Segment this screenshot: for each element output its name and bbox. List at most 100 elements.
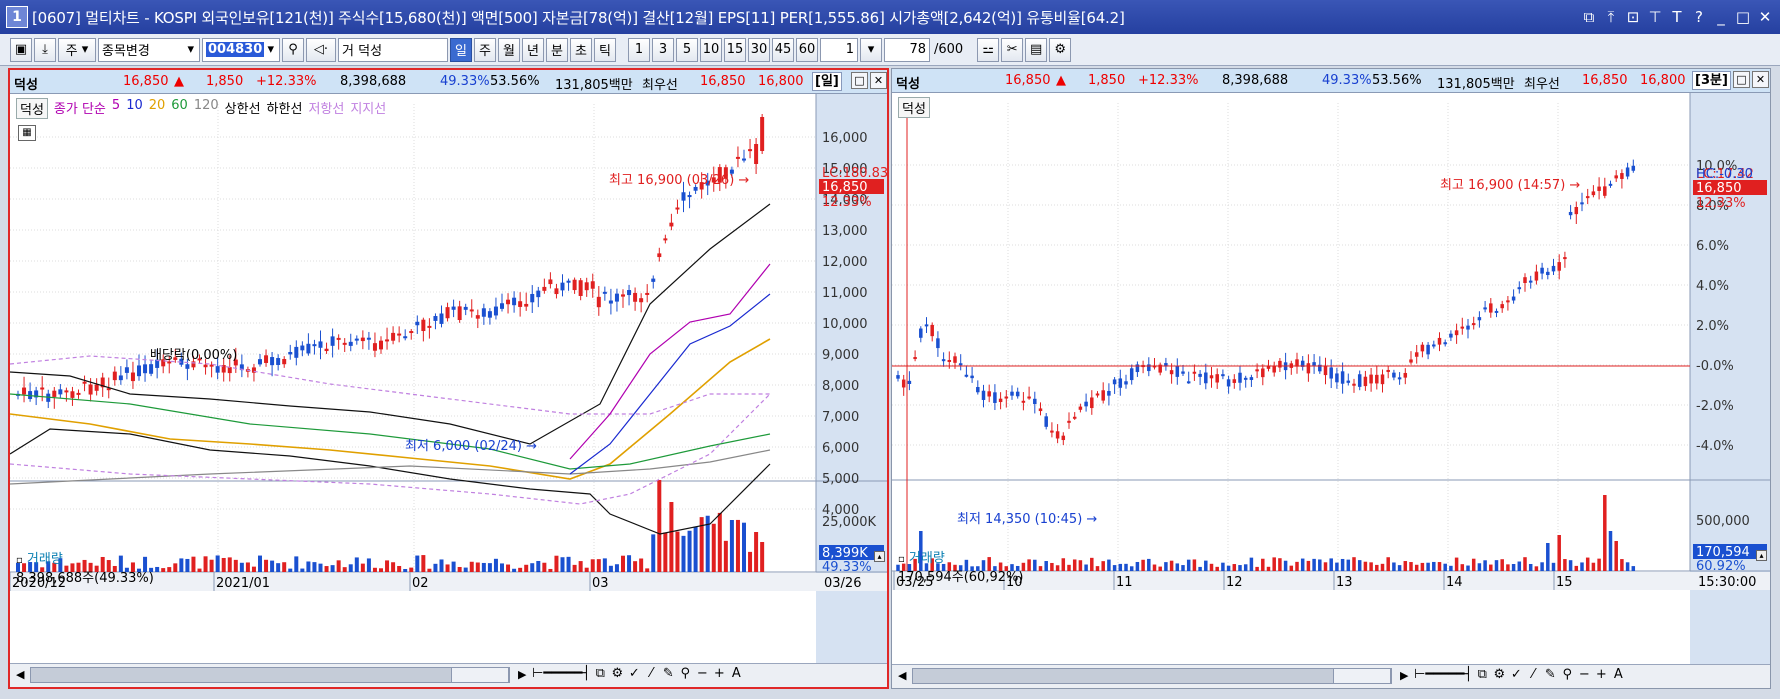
legend-ma-20[interactable]: 20 [149,98,166,119]
y-tick-label: 6,000 [822,441,859,456]
legend-ma-10[interactable]: 10 [126,98,143,119]
legend-resist[interactable]: 저항선 [308,98,344,119]
legend-ma-120[interactable]: 120 [194,98,219,119]
stock-change-select[interactable]: 종목변경 ▾ [98,37,200,62]
legend-ma-label[interactable]: 종가 단순 [54,98,106,119]
volume-bar [524,564,529,572]
candle [1255,369,1259,372]
help-icon[interactable]: ? [1690,8,1708,26]
scrollbar-thumb[interactable] [1333,669,1391,683]
maximize-button[interactable]: □ [1734,8,1752,26]
search-icon[interactable]: ⚲ [282,37,304,62]
period-second-button[interactable]: 초 [570,37,592,62]
legend-stock[interactable]: 덕성 [16,98,48,119]
period-day-button[interactable]: 일 [450,37,472,62]
zoom-out-button[interactable]: − [1577,667,1591,682]
horizontal-scrollbar[interactable] [30,667,510,683]
stock-name-field[interactable]: 거 덕성 [338,37,448,62]
restore-layout-icon[interactable]: ⊡ [1624,8,1642,26]
speaker-icon[interactable]: ◁· [306,37,336,62]
volume-bar [251,566,256,572]
collapse-volume-icon[interactable]: ▴ [874,551,885,562]
zoom-out-button[interactable]: − [695,666,709,681]
interval-10-button[interactable]: 10 [700,37,722,62]
legend-lower[interactable]: 하한선 [267,98,303,119]
volume-bar [1591,562,1596,571]
page-input[interactable]: 78 [884,37,930,62]
period-tick-button[interactable]: 틱 [594,37,616,62]
legend-stock[interactable]: 덕성 [898,97,930,118]
volume-bar [608,565,613,572]
maximize-pane-icon[interactable]: □ [851,72,868,89]
line-tool-icon[interactable]: ⁄ [644,666,658,681]
font-icon[interactable]: T [1668,8,1686,26]
line-tool-icon[interactable]: ⁄ [1526,667,1540,682]
zoom-slider[interactable]: ⊢━━━━━┤ [1414,667,1472,682]
save-icon[interactable]: ▤ [1025,37,1048,62]
period-label[interactable]: [일] [812,72,842,91]
font-size-button[interactable]: A [1611,667,1625,682]
crosshair-icon[interactable]: ✂ [1001,37,1024,62]
indicator-icon[interactable]: ⚍ [977,37,1000,62]
volume-bar [693,526,698,572]
checklist-icon[interactable]: ✓ [1509,667,1523,682]
daily-chart-pane[interactable]: 덕성 16,850 ▲ 1,850 +12.33% 8,398,688 49.3… [8,68,889,689]
legend-ma-5[interactable]: 5 [112,98,120,119]
legend-ma-60[interactable]: 60 [171,98,188,119]
minute-chart-canvas[interactable]: 10.0%8.0%6.0%4.0%2.0%-0.0%-2.0%-4.0%03/2… [892,93,1770,666]
draw-tool-icon[interactable]: ✎ [1543,667,1557,682]
top-icon[interactable]: ⊤ [1646,8,1664,26]
legend-support[interactable]: 지지선 [350,98,386,119]
scrollbar-thumb[interactable] [451,668,509,682]
interval-3-button[interactable]: 3 [652,37,674,62]
interval-1-button[interactable]: 1 [628,37,650,62]
layout-icon[interactable]: ▣ [10,37,32,62]
copy-icon[interactable]: ⧉ [593,666,607,681]
legend-upper[interactable]: 상한선 [225,98,261,119]
minute-chart-pane[interactable]: 덕성 16,850 ▲ 1,850 +12.33% 8,398,688 49.3… [891,68,1771,689]
close-pane-icon[interactable]: ✕ [1752,71,1769,88]
stock-code-input[interactable]: 004830 ▾ [202,37,280,62]
period-year-button[interactable]: 년 [522,37,544,62]
scroll-left-icon[interactable]: ◀ [16,668,24,681]
interval-30-button[interactable]: 30 [748,37,770,62]
minimize-button[interactable]: _ [1712,8,1730,26]
zoom-icon[interactable]: ⚲ [1560,667,1574,682]
zoom-in-button[interactable]: + [1594,667,1608,682]
tool-settings-icon[interactable]: ⚙ [1492,667,1506,682]
mode-select[interactable]: 주 ▾ [58,37,96,62]
scroll-right-icon[interactable]: ▶ [1400,669,1408,682]
checklist-icon[interactable]: ✓ [627,666,641,681]
candle [930,324,934,337]
scroll-right-icon[interactable]: ▶ [518,668,526,681]
interval-5-button[interactable]: 5 [676,37,698,62]
period-label[interactable]: [3분] [1692,71,1731,90]
candle [1357,374,1362,387]
draw-tool-icon[interactable]: ✎ [661,666,675,681]
close-pane-icon[interactable]: ✕ [870,72,887,89]
maximize-pane-icon[interactable]: □ [1733,71,1750,88]
period-month-button[interactable]: 월 [498,37,520,62]
scroll-left-icon[interactable]: ◀ [898,669,906,682]
interval-input[interactable]: 1 [820,37,858,62]
font-size-button[interactable]: A [729,666,743,681]
pin-icon[interactable]: ⤒ [1602,8,1620,26]
zoom-slider[interactable]: ⊢━━━━━┤ [532,666,590,681]
zoom-icon[interactable]: ⚲ [678,666,692,681]
grid-icon[interactable]: ▦ [18,125,36,141]
interval-45-button[interactable]: 45 [772,37,794,62]
interval-60-button[interactable]: 60 [796,37,818,62]
tool-settings-icon[interactable]: ⚙ [610,666,624,681]
copy-icon[interactable]: ⧉ [1475,667,1489,682]
close-button[interactable]: ✕ [1756,8,1774,26]
settings-icon[interactable]: ⚙ [1049,37,1072,62]
interval-dropdown-icon[interactable]: ▾ [860,37,882,62]
link-icon[interactable]: ⧉ [1580,8,1598,26]
collapse-volume-icon[interactable]: ▴ [1756,550,1767,561]
zoom-in-button[interactable]: + [712,666,726,681]
download-icon[interactable]: ⤓ [34,37,56,62]
period-week-button[interactable]: 주 [474,37,496,62]
period-minute-button[interactable]: 분 [546,37,568,62]
horizontal-scrollbar[interactable] [912,668,1392,684]
interval-15-button[interactable]: 15 [724,37,746,62]
